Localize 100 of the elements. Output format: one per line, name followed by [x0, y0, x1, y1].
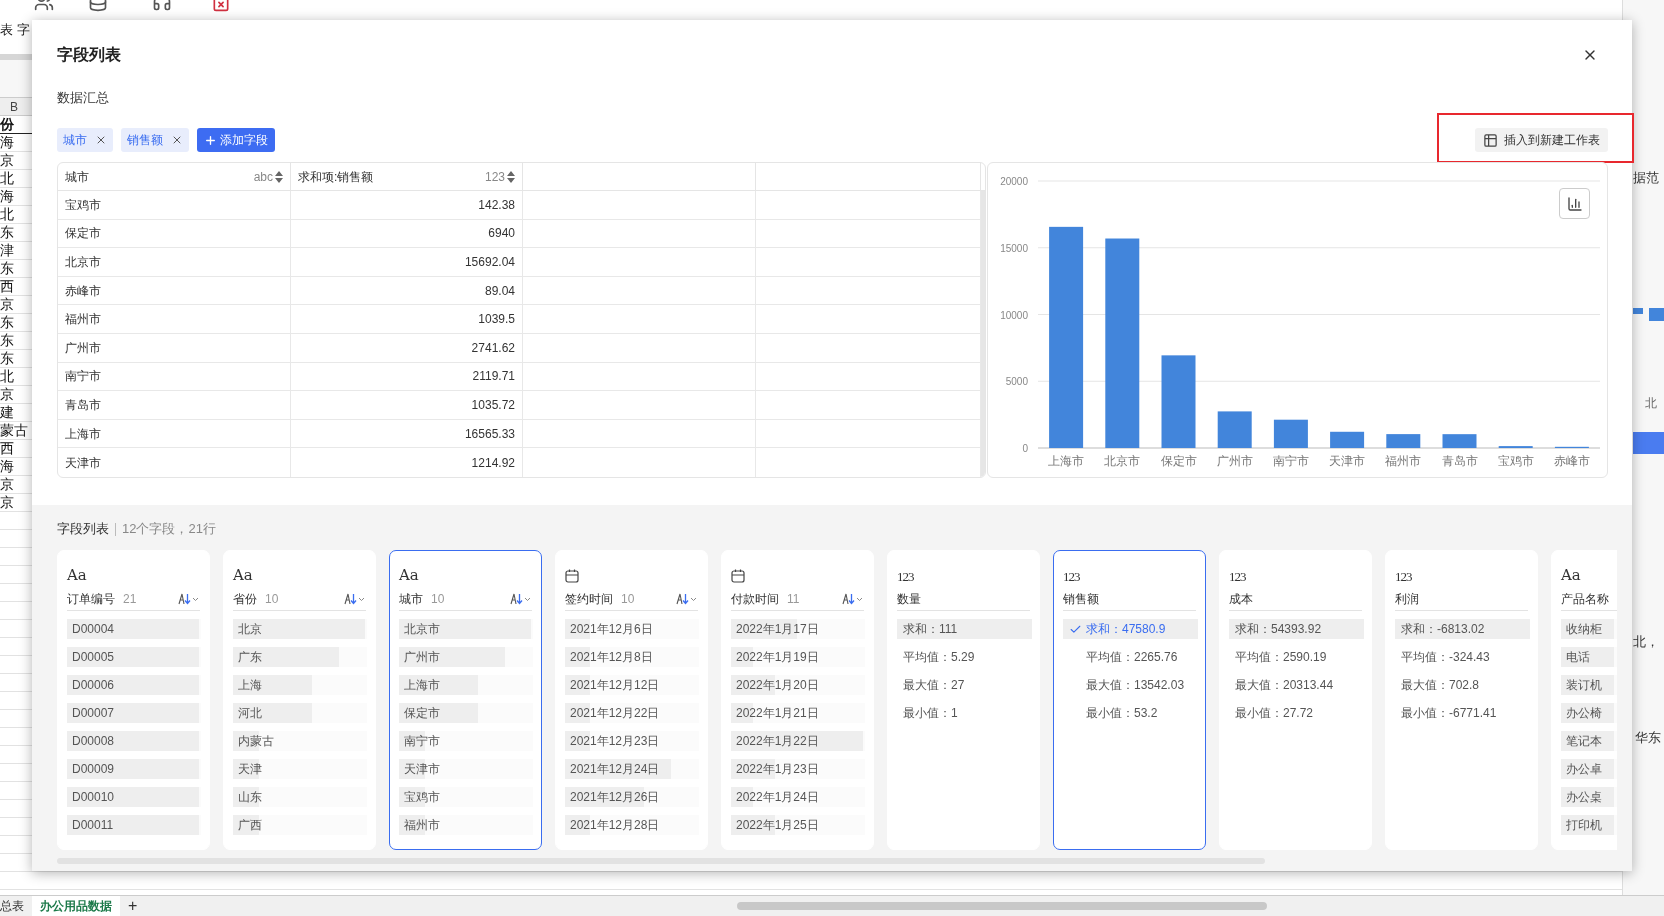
field-count: 21: [123, 590, 137, 608]
field-count: 10: [431, 590, 445, 608]
field-card[interactable]: Aa 订单编号 21 D00004 D00005 D00006 D00007 D00008 D00009 D00010 D00011: [57, 550, 210, 850]
stat-row[interactable]: 最大值：27: [897, 675, 1032, 695]
value-text: 2022年1月25日: [735, 817, 819, 834]
table-cell: 青岛市: [58, 391, 291, 419]
number-type-icon: 123: [1063, 570, 1080, 583]
fields-summary: 12个字段，21行: [122, 520, 216, 539]
sheet-tab[interactable]: 办公用品数据: [32, 896, 120, 916]
sheet-tab[interactable]: 总表: [0, 896, 32, 916]
field-card[interactable]: 123 成本 求和：54393.92 平均值：2590.19 最大值：20313.44 最小值：27.72: [1219, 550, 1372, 850]
field-chip[interactable]: 城市: [57, 128, 113, 152]
value-text: 山东: [237, 789, 262, 806]
value-text: 河北: [237, 705, 262, 722]
text-type-icon: Aa: [67, 568, 87, 583]
table-cell: 1214.92: [291, 448, 523, 477]
stat-row[interactable]: 求和：47580.9: [1063, 619, 1198, 639]
dialog-title: 字段列表: [57, 45, 121, 65]
stat-row[interactable]: 最小值：1: [897, 703, 1032, 723]
insert-to-new-sheet-button[interactable]: 插入到新建工作表: [1475, 128, 1608, 152]
value-text: 2021年12月24日: [569, 761, 660, 778]
value-text: 2022年1月19日: [735, 649, 819, 666]
add-field-button[interactable]: 添加字段: [197, 128, 275, 152]
field-card[interactable]: Aa 城市 10 北京市 广州市 上海市 保定市 南宁市 天津市 宝鸡市 福州市: [389, 550, 542, 850]
column-letter: B: [10, 98, 18, 116]
sheet-cell-text: 东: [0, 331, 14, 350]
stat-row[interactable]: 最小值：27.72: [1229, 703, 1364, 723]
value-text: 2021年12月26日: [569, 789, 660, 806]
ribbon-tab[interactable]: 表: [0, 20, 13, 40]
value-text: D00008: [71, 733, 115, 750]
stat-row[interactable]: 求和：54393.92: [1229, 619, 1364, 639]
sheet-cell-text: 京: [0, 385, 14, 404]
stat-row[interactable]: 求和：111: [897, 619, 1032, 639]
ribbon-tab[interactable]: 字: [17, 20, 30, 40]
sheet-cell-text: 东: [0, 349, 14, 368]
sort-icon[interactable]: [275, 170, 283, 183]
field-card[interactable]: Aa 产品名称 收纳柜 电话 装订机 办公椅 笔记本 办公卓 办公桌 打印机: [1551, 550, 1617, 850]
field-card[interactable]: Aa 省份 10 北京 广东 上海 河北 内蒙古 天津 山东 广西: [223, 550, 376, 850]
sheet-cell-text: 京: [0, 151, 14, 170]
sheet-cell-text: 北: [0, 205, 14, 224]
value-text: 2022年1月24日: [735, 789, 819, 806]
sort-icon[interactable]: [676, 592, 698, 605]
field-chip[interactable]: 销售额: [121, 128, 189, 152]
bar: [1330, 431, 1365, 448]
sort-icon[interactable]: [507, 170, 515, 183]
value-text: D00011: [71, 817, 114, 834]
stat-row[interactable]: 最大值：13542.03: [1063, 675, 1198, 695]
stat-row[interactable]: 最大值：20313.44: [1229, 675, 1364, 695]
value-text: 内蒙古: [237, 733, 274, 750]
value-text: 2022年1月17日: [735, 621, 819, 638]
value-text: 福州市: [403, 817, 440, 834]
value-text: 2021年12月12日: [569, 677, 660, 694]
plus-icon: [204, 133, 217, 147]
value-text: 装订机: [1565, 677, 1602, 694]
remove-icon[interactable]: [95, 134, 107, 146]
stat-row[interactable]: 平均值：2265.76: [1063, 647, 1198, 667]
stat-row[interactable]: 平均值：-324.43: [1395, 647, 1530, 667]
stat-row[interactable]: 最大值：702.8: [1395, 675, 1530, 695]
value-text: 2022年1月23日: [735, 761, 819, 778]
sheet-cell-text: 建: [0, 403, 14, 422]
stat-row[interactable]: 最小值：53.2: [1063, 703, 1198, 723]
fields-heading: 字段列表: [57, 520, 109, 539]
chart-type-button[interactable]: [1559, 188, 1590, 219]
y-tick-label: 15000: [1000, 242, 1028, 254]
sheet-cell-text: 北: [0, 169, 14, 188]
field-card[interactable]: 123 利润 求和：-6813.02 平均值：-324.43 最大值：702.8 最小值：-6771.41: [1385, 550, 1538, 850]
bar: [1442, 434, 1477, 448]
table-cell: 天津市: [58, 448, 291, 477]
field-name: 产品名称: [1561, 590, 1609, 608]
field-card[interactable]: 付款时间 11 2022年1月17日 2022年1月19日 2022年1月20日 2022年1月21日 2022年1月22日 2022年1月23日 2022年1月24日 2022年1月25日: [721, 550, 874, 850]
sort-icon[interactable]: [842, 592, 864, 605]
value-text: 天津市: [403, 761, 440, 778]
stat-row[interactable]: 平均值：5.29: [897, 647, 1032, 667]
table-cell: 赤峰市: [58, 276, 291, 305]
table-cell: 北京市: [58, 248, 291, 276]
sheet-cell-text: 京: [0, 475, 14, 494]
field-card[interactable]: 123 数量 求和：111 平均值：5.29 最大值：27 最小值：1: [887, 550, 1040, 850]
remove-icon[interactable]: [171, 134, 183, 146]
stat-row[interactable]: 求和：-6813.02: [1395, 619, 1530, 639]
field-card[interactable]: 签约时间 10 2021年12月6日 2021年12月8日 2021年12月12日 2021年12月22日 2021年12月23日 2021年12月24日 2021年12月26日 2021年12月28日: [555, 550, 708, 850]
value-text: 广西: [237, 817, 262, 834]
value-text: 上海市: [403, 677, 440, 694]
calendar-icon: [731, 569, 745, 583]
table-cell: 1039.5: [291, 305, 523, 333]
field-card[interactable]: 123 销售额 求和：47580.9 平均值：2265.76 最大值：13542.03 最小值：53.2: [1053, 550, 1206, 850]
stat-row[interactable]: 平均值：2590.19: [1229, 647, 1364, 667]
sort-icon[interactable]: [178, 592, 200, 605]
axis-label: 北: [1644, 395, 1658, 412]
sort-icon[interactable]: [344, 592, 366, 605]
value-text: 2021年12月22日: [569, 705, 660, 722]
value-text: 收纳柜: [1565, 621, 1602, 638]
y-tick-label: 5000: [1005, 376, 1028, 388]
add-sheet-button[interactable]: +: [128, 894, 138, 916]
field-name: 省份: [233, 590, 257, 608]
sort-icon[interactable]: [510, 592, 532, 605]
table-cell: 2119.71: [291, 362, 523, 391]
horizontal-scrollbar[interactable]: [737, 902, 1268, 910]
sheet-cell-text: 西: [0, 277, 14, 296]
stat-row[interactable]: 最小值：-6771.41: [1395, 703, 1530, 723]
value-text: 电话: [1565, 649, 1590, 666]
